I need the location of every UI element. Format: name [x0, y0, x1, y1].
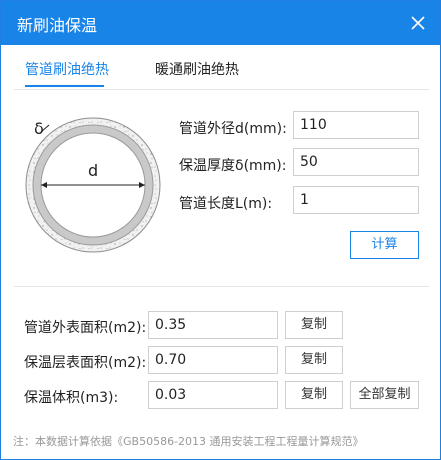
divider — [14, 89, 429, 90]
copy-all-button[interactable]: 全部复制 — [350, 381, 419, 409]
outer-diameter-label: 管道外径d(mm): — [179, 121, 287, 137]
tab-pipe-insulation[interactable]: 管道刷油绝热 — [25, 59, 109, 79]
insulation-volume-field[interactable] — [148, 381, 278, 409]
pipe-length-label: 管道长度L(m): — [179, 196, 273, 212]
outer-surface-area-label: 管道外表面积(m2): — [24, 320, 147, 336]
dialog-window: 新刷油保温 管道刷油绝热 暖通刷油绝热 δ d 管道外径d(mm): 110 保… — [0, 0, 441, 460]
tab-bar: 管道刷油绝热 暖通刷油绝热 — [1, 45, 440, 89]
pipe-cross-section-diagram — [25, 117, 161, 253]
active-tab-indicator — [25, 85, 104, 87]
insulation-surface-area-field[interactable] — [148, 346, 278, 374]
close-icon[interactable] — [408, 13, 428, 33]
pipe-length-field[interactable] — [293, 186, 419, 214]
calculation-basis-note: 注：本数据计算依据《GB50586-2013 通用安装工程工程量计算规范》 — [13, 435, 364, 448]
calculate-button[interactable]: 计算 — [350, 231, 419, 259]
diagram-delta-label: δ — [34, 119, 44, 138]
insulation-thickness-label: 保温厚度δ(mm): — [179, 158, 287, 174]
outer-surface-area-field[interactable] — [148, 311, 278, 339]
insulation-volume-label: 保温体积(m3): — [24, 390, 119, 406]
copy-insulation-volume-button[interactable]: 复制 — [285, 381, 343, 409]
insulation-thickness-field[interactable] — [293, 148, 419, 176]
title-bar: 新刷油保温 — [1, 1, 440, 45]
diagram-d-label: d — [88, 161, 99, 180]
window-title: 新刷油保温 — [17, 16, 98, 35]
copy-outer-surface-area-button[interactable]: 复制 — [285, 311, 343, 339]
divider — [14, 286, 429, 287]
tab-hvac-insulation[interactable]: 暖通刷油绝热 — [155, 59, 239, 79]
outer-diameter-field[interactable] — [293, 111, 419, 139]
insulation-surface-area-label: 保温层表面积(m2): — [24, 355, 147, 371]
copy-insulation-surface-area-button[interactable]: 复制 — [285, 346, 343, 374]
